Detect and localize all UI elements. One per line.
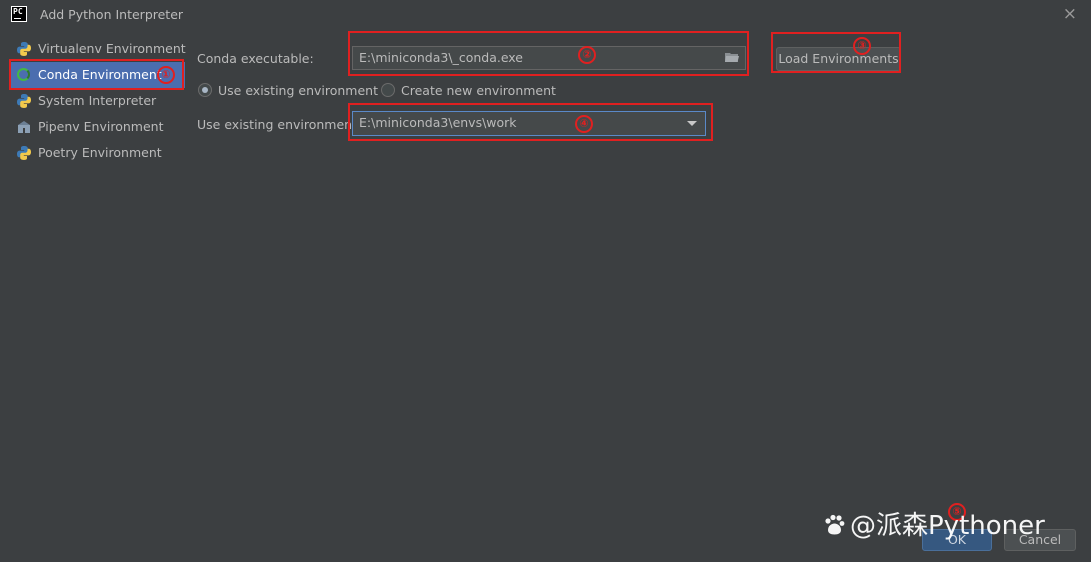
- create-new-radio[interactable]: [381, 83, 395, 97]
- existing-environment-value: E:\miniconda3\envs\work: [359, 115, 517, 130]
- sidebar-item-label: Virtualenv Environment: [38, 41, 186, 56]
- python-icon: [17, 42, 31, 56]
- watermark-text: @派森Python​er: [850, 511, 1045, 541]
- load-environments-button[interactable]: Load Environments: [776, 47, 901, 71]
- pipenv-icon: [18, 121, 30, 133]
- watermark: @派森Python​er: [822, 505, 1045, 542]
- create-new-radio-label: Create new environment: [401, 83, 556, 98]
- watermark-paw-logo-icon: [825, 514, 845, 535]
- conda-icon: [17, 68, 30, 81]
- existing-environment-label: Use existing environment:: [197, 117, 362, 132]
- use-existing-radio[interactable]: [198, 83, 212, 97]
- close-icon[interactable]: ×: [1063, 4, 1077, 24]
- chevron-down-icon: [687, 121, 697, 126]
- sidebar-item-label: System Interpreter: [38, 93, 157, 108]
- environment-type-list: Virtualenv Environment Conda Environment…: [10, 36, 186, 166]
- sidebar-item-virtualenv[interactable]: Virtualenv Environment: [10, 36, 186, 62]
- pycharm-logo-icon: PC: [11, 6, 27, 22]
- existing-environment-dropdown[interactable]: E:\miniconda3\envs\work: [352, 111, 706, 136]
- folder-icon[interactable]: [725, 52, 739, 63]
- python-icon: [17, 94, 31, 108]
- conda-executable-value: E:\miniconda3\_conda.exe: [359, 50, 524, 65]
- sidebar-item-system-interpreter[interactable]: System Interpreter: [10, 88, 185, 114]
- sidebar-item-label: Pipenv Environment: [38, 119, 164, 134]
- conda-executable-field[interactable]: E:\miniconda3\_conda.exe: [352, 46, 746, 70]
- poetry-icon: [17, 146, 31, 160]
- sidebar-item-poetry[interactable]: Poetry Environment: [10, 140, 185, 166]
- sidebar-item-label: Poetry Environment: [38, 145, 162, 160]
- window-title: Add Python Interpreter: [40, 7, 184, 22]
- use-existing-radio-label: Use existing environment: [218, 83, 378, 98]
- title-bar: PC Add Python Interpreter ×: [0, 0, 1091, 30]
- sidebar-item-pipenv[interactable]: Pipenv Environment: [10, 114, 185, 140]
- sidebar-item-conda[interactable]: Conda Environment: [10, 62, 185, 88]
- sidebar-item-label: Conda Environment: [38, 67, 162, 82]
- conda-executable-label: Conda executable:: [197, 51, 314, 66]
